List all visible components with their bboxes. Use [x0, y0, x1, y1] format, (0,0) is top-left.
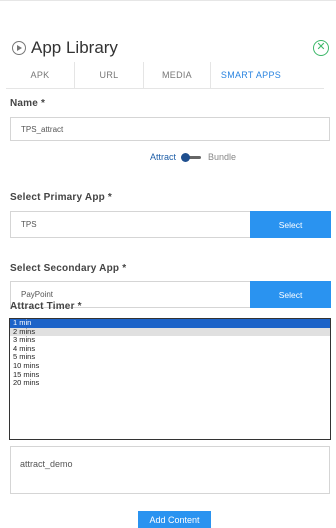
attract-timer-label: Attract Timer * — [10, 301, 82, 312]
add-content-button[interactable]: Add Content — [138, 511, 211, 528]
dropdown-option[interactable]: 2 mins — [10, 327, 330, 337]
toggle-knob — [181, 152, 191, 162]
play-circle-icon — [12, 41, 26, 55]
tab-url[interactable]: URL — [75, 62, 144, 88]
dropdown-option[interactable]: 4 mins — [10, 344, 330, 354]
primary-app-input[interactable]: TPS — [10, 211, 252, 238]
dropdown-option[interactable]: 3 mins — [10, 336, 330, 345]
close-icon[interactable]: ✕ — [313, 40, 329, 56]
dropdown-option[interactable]: 5 mins — [10, 353, 330, 362]
name-label: Name * — [10, 98, 46, 109]
page-title: App Library — [31, 38, 118, 57]
dropdown-option[interactable]: 1 min — [10, 318, 330, 328]
primary-select-button[interactable]: Select — [250, 211, 331, 238]
header: App Library — [12, 36, 118, 60]
dropdown-option[interactable]: 10 mins — [10, 361, 330, 371]
dropdown-option[interactable]: 20 mins — [10, 379, 330, 388]
description-textarea[interactable]: attract_demo — [10, 446, 330, 494]
dropdown-option[interactable]: 15 mins — [10, 370, 330, 380]
name-input[interactable]: TPS_attract — [10, 117, 330, 141]
top-divider — [0, 0, 336, 1]
secondary-select-button[interactable]: Select — [250, 281, 331, 308]
toggle-right-label: Bundle — [208, 152, 237, 162]
toggle-left-label: Attract — [150, 152, 177, 162]
tab-media[interactable]: MEDIA — [144, 62, 211, 88]
attract-bundle-toggle[interactable]: Attract Bundle — [150, 150, 236, 164]
secondary-app-label: Select Secondary App * — [10, 263, 127, 274]
tab-smart-apps[interactable]: SMART APPS — [211, 62, 291, 88]
attract-timer-dropdown[interactable]: 1 min 2 mins 3 mins 4 mins 5 mins 10 min… — [9, 318, 331, 440]
toggle-switch[interactable] — [181, 152, 203, 162]
tab-bar: APK URL MEDIA SMART APPS — [6, 62, 324, 89]
primary-app-label: Select Primary App * — [10, 192, 113, 203]
tab-apk[interactable]: APK — [6, 62, 75, 88]
